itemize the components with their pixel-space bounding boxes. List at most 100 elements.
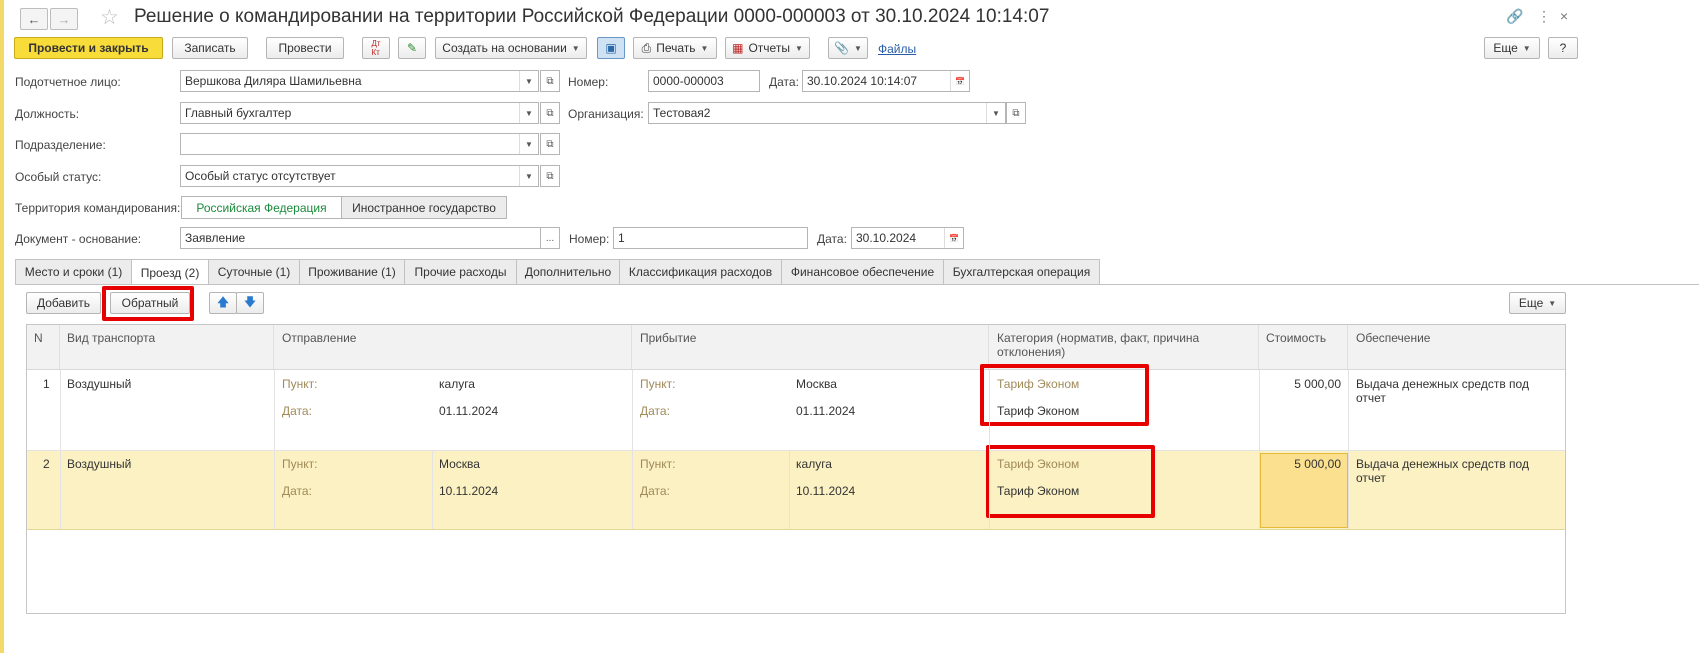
provision-value: Выдача денежных средств под отчет xyxy=(1356,457,1529,485)
select-button[interactable]: ... xyxy=(540,227,560,249)
header-category[interactable]: Категория (норматив, факт, причина откло… xyxy=(990,325,1259,369)
header-transport[interactable]: Вид транспорта xyxy=(60,325,274,369)
territory-option-rf[interactable]: Российская Федерация xyxy=(181,196,342,219)
post-button[interactable]: Провести xyxy=(266,37,344,59)
dep-date-label: Дата: xyxy=(282,484,312,498)
column-divider xyxy=(789,451,790,529)
tab-accounting-operation[interactable]: Бухгалтерская операция xyxy=(943,259,1100,284)
chevron-down-icon[interactable]: ▼ xyxy=(519,71,538,91)
dep-date: 01.11.2024 xyxy=(439,404,499,418)
status-field[interactable]: Особый статус отсутствует ▼ xyxy=(180,165,539,187)
doc-date-field[interactable]: 30.10.2024 📅 xyxy=(851,227,964,249)
pencil-icon: ✎ xyxy=(406,41,418,55)
open-icon[interactable]: ⧉ xyxy=(540,165,560,187)
add-label: Добавить xyxy=(36,296,91,310)
tab-place-dates[interactable]: Место и сроки (1) xyxy=(15,259,132,284)
header-cost[interactable]: Стоимость xyxy=(1259,325,1348,369)
position-label: Должность: xyxy=(15,107,80,121)
tab-other-expenses[interactable]: Прочие расходы xyxy=(404,259,517,284)
save-button[interactable]: Записать xyxy=(172,37,248,59)
dep-point: Москва xyxy=(439,457,480,471)
tab-expense-classification[interactable]: Классификация расходов xyxy=(619,259,782,284)
tab-additional[interactable]: Дополнительно xyxy=(516,259,620,284)
position-field[interactable]: Главный бухгалтер ▼ xyxy=(180,102,539,124)
reports-button[interactable]: ▦ Отчеты ▼ xyxy=(725,37,810,59)
org-value: Тестовая2 xyxy=(653,106,711,120)
tab-travel[interactable]: Проезд (2) xyxy=(131,259,209,285)
column-divider xyxy=(989,370,990,529)
number-label: Номер: xyxy=(568,75,609,89)
dep-point-label: Пункт: xyxy=(282,457,318,471)
paperclip-icon: 📎 xyxy=(834,41,850,55)
provision-value: Выдача денежных средств под отчет xyxy=(1356,377,1529,405)
highlight-box-reverse xyxy=(102,286,194,321)
link-icon[interactable]: 🔗 xyxy=(1506,8,1523,25)
close-icon[interactable]: × xyxy=(1560,8,1568,24)
header-arrival[interactable]: Прибытие xyxy=(633,325,989,369)
doc-number-field[interactable]: 1 xyxy=(613,227,808,249)
arr-date-label: Дата: xyxy=(640,404,670,418)
dt-kt-icon: Дт Кт xyxy=(371,39,381,57)
chevron-down-icon[interactable]: ▼ xyxy=(519,103,538,123)
arrow-up-icon: 🡅 xyxy=(216,294,230,309)
files-link[interactable]: Файлы xyxy=(878,42,916,56)
open-icon[interactable]: ⧉ xyxy=(540,70,560,92)
tab-financing[interactable]: Финансовое обеспечение xyxy=(781,259,944,284)
chevron-down-icon: ▼ xyxy=(854,43,862,53)
header-departure[interactable]: Отправление xyxy=(275,325,632,369)
chevron-down-icon[interactable]: ▼ xyxy=(986,103,1005,123)
post-label: Провести xyxy=(278,41,332,55)
forward-button[interactable]: → xyxy=(50,8,78,30)
number-field[interactable]: 0000-000003 xyxy=(648,70,760,92)
add-button[interactable]: Добавить xyxy=(26,292,101,314)
column-divider xyxy=(432,451,433,529)
chevron-down-icon[interactable]: ▼ xyxy=(519,134,538,154)
favorite-star-icon[interactable]: ☆ xyxy=(100,5,119,30)
doc-field[interactable]: Заявление xyxy=(180,227,541,249)
open-icon[interactable]: ⧉ xyxy=(540,102,560,124)
tab-accommodation[interactable]: Проживание (1) xyxy=(299,259,405,284)
edit-movements-button[interactable]: ✎ xyxy=(398,37,426,59)
open-icon[interactable]: ⧉ xyxy=(1006,102,1026,124)
more-vertical-icon[interactable]: ⋮ xyxy=(1537,8,1551,25)
post-and-close-label: Провести и закрыть xyxy=(28,41,149,55)
person-label: Подотчетное лицо: xyxy=(15,75,121,89)
status-value: Особый статус отсутствует xyxy=(185,169,336,183)
post-and-close-button[interactable]: Провести и закрыть xyxy=(14,37,163,59)
table-more-button[interactable]: Еще ▼ xyxy=(1509,292,1566,314)
date-field[interactable]: 30.10.2024 10:14:07 📅 xyxy=(802,70,970,92)
calendar-icon[interactable]: 📅 xyxy=(944,228,963,248)
header-n[interactable]: N xyxy=(27,325,60,369)
territory-option-foreign[interactable]: Иностранное государство xyxy=(341,196,507,219)
calendar-icon[interactable]: 📅 xyxy=(950,71,969,91)
org-field[interactable]: Тестовая2 ▼ xyxy=(648,102,1006,124)
header-provision[interactable]: Обеспечение xyxy=(1349,325,1565,369)
person-value: Вершкова Диляра Шамильевна xyxy=(185,74,362,88)
arr-point: Москва xyxy=(796,377,837,391)
create-based-on-button[interactable]: Создать на основании ▼ xyxy=(435,37,587,59)
table-more-label: Еще xyxy=(1518,296,1544,310)
create-based-label: Создать на основании xyxy=(442,41,567,55)
highlight-box-category-1 xyxy=(980,364,1149,426)
left-accent-bar xyxy=(0,0,4,653)
print-button[interactable]: ⎙ Печать ▼ xyxy=(633,37,717,59)
move-down-button[interactable]: 🡇 xyxy=(236,292,264,314)
cost-value: 5 000,00 xyxy=(1294,457,1341,471)
dt-kt-button[interactable]: Дт Кт xyxy=(362,37,390,59)
help-button[interactable]: ? xyxy=(1548,37,1578,59)
open-icon[interactable]: ⧉ xyxy=(540,133,560,155)
row-number: 1 xyxy=(43,377,50,391)
dep-point-label: Пункт: xyxy=(282,377,318,391)
structure-button[interactable]: ▣ xyxy=(597,37,625,59)
more-button[interactable]: Еще ▼ xyxy=(1484,37,1540,59)
attachments-button[interactable]: 📎 ▼ xyxy=(828,37,868,59)
transport-type: Воздушный xyxy=(67,457,132,471)
move-up-button[interactable]: 🡅 xyxy=(209,292,237,314)
back-button[interactable]: ← xyxy=(20,8,48,30)
doc-date-value: 30.10.2024 xyxy=(856,231,917,245)
position-value: Главный бухгалтер xyxy=(185,106,292,120)
chevron-down-icon[interactable]: ▼ xyxy=(519,166,538,186)
person-field[interactable]: Вершкова Диляра Шамильевна ▼ xyxy=(180,70,539,92)
department-field[interactable]: ▼ xyxy=(180,133,539,155)
tab-per-diem[interactable]: Суточные (1) xyxy=(208,259,300,284)
